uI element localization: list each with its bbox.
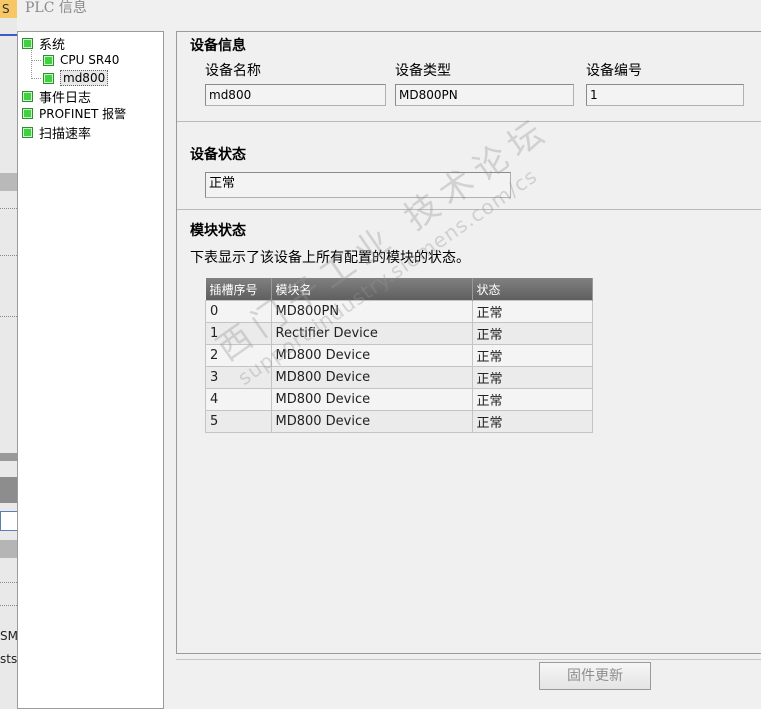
device-type-field[interactable]: MD800PN <box>395 84 574 106</box>
device-status-heading: 设备状态 <box>190 147 246 163</box>
tree-item-label: CPU SR40 <box>60 53 120 67</box>
slot-cell: 3 <box>205 366 272 389</box>
background-divider <box>0 316 17 317</box>
tree-connector <box>31 60 41 61</box>
table-row[interactable]: 5 MD800 Device 正常 <box>205 410 593 433</box>
background-bar <box>0 173 17 191</box>
tree-item-md800[interactable]: md800 <box>43 70 109 86</box>
background-tab: S <box>0 0 17 18</box>
status-ok-icon <box>22 38 33 49</box>
table-row[interactable]: 1 Rectifier Device 正常 <box>205 322 593 345</box>
firmware-update-button[interactable]: 固件更新 <box>539 662 651 690</box>
background-divider <box>0 582 17 583</box>
slot-cell: 4 <box>205 388 272 411</box>
device-type-label: 设备类型 <box>395 63 451 79</box>
status-ok-icon <box>22 108 33 119</box>
status-cell: 正常 <box>471 366 593 389</box>
device-status-field[interactable]: 正常 <box>205 172 511 198</box>
device-name-field[interactable]: md800 <box>205 84 386 106</box>
tree-item-label: md800 <box>60 70 109 86</box>
column-header-status[interactable]: 状态 <box>472 278 593 301</box>
tree-connector <box>31 78 41 79</box>
table-row[interactable]: 3 MD800 Device 正常 <box>205 366 593 389</box>
tree-item-event-log[interactable]: 事件日志 <box>22 87 91 106</box>
module-status-description: 下表显示了该设备上所有配置的模块的状态。 <box>190 250 470 266</box>
module-name-cell: MD800 Device <box>270 410 473 433</box>
content-panel: 设备信息 设备名称 设备类型 设备编号 md800 MD800PN 1 设备状态… <box>176 31 761 654</box>
background-divider <box>0 605 17 606</box>
tree-item-label: 事件日志 <box>39 91 92 106</box>
status-cell: 正常 <box>471 322 593 345</box>
slot-cell: 0 <box>205 300 272 323</box>
background-app-strip: S SMI sts <box>0 0 17 709</box>
table-row[interactable]: 0 MD800PN 正常 <box>205 300 593 323</box>
section-divider <box>177 209 761 210</box>
background-text: SMI <box>0 629 17 643</box>
status-ok-icon <box>43 72 54 84</box>
table-row[interactable]: 2 MD800 Device 正常 <box>205 344 593 367</box>
background-bar <box>0 453 17 461</box>
module-status-heading: 模块状态 <box>190 223 246 239</box>
module-name-cell: MD800 Device <box>270 344 473 367</box>
device-name-label: 设备名称 <box>205 63 261 79</box>
slot-cell: 1 <box>205 322 272 345</box>
window-title: PLC 信息 <box>25 0 87 16</box>
background-bar <box>0 477 17 503</box>
slot-cell: 2 <box>205 344 272 367</box>
column-header-module-name[interactable]: 模块名 <box>271 278 473 301</box>
slot-cell: 5 <box>205 410 272 433</box>
status-cell: 正常 <box>471 410 593 433</box>
background-bar <box>0 540 17 558</box>
background-divider <box>0 208 17 209</box>
module-name-cell: MD800 Device <box>270 366 473 389</box>
module-name-cell: MD800 Device <box>270 388 473 411</box>
table-header-row: 插槽序号 模块名 状态 <box>205 278 593 301</box>
tree-item-profinet-alarms[interactable]: PROFINET 报警 <box>22 105 126 122</box>
device-number-label: 设备编号 <box>586 63 642 79</box>
tree-item-label: 扫描速率 <box>39 127 92 142</box>
device-info-heading: 设备信息 <box>190 38 246 54</box>
device-number-field[interactable]: 1 <box>586 84 744 106</box>
status-ok-icon <box>22 127 33 138</box>
background-accent-line <box>0 34 17 36</box>
module-status-table: 插槽序号 模块名 状态 0 MD800PN 正常 1 Rectifier Dev… <box>205 278 593 433</box>
status-cell: 正常 <box>471 388 593 411</box>
tree-item-scan-rate[interactable]: 扫描速率 <box>22 123 91 142</box>
footer-divider <box>176 659 761 660</box>
navigation-tree: 系统 CPU SR40 md800 事件日志 PROFINET 报警 扫描速率 <box>17 31 164 709</box>
column-header-slot[interactable]: 插槽序号 <box>205 278 272 301</box>
table-row[interactable]: 4 MD800 Device 正常 <box>205 388 593 411</box>
status-ok-icon <box>43 54 54 66</box>
background-divider <box>0 255 17 256</box>
status-cell: 正常 <box>471 344 593 367</box>
tree-item-label: 系统 <box>39 38 66 53</box>
tree-item-cpu[interactable]: CPU SR40 <box>43 53 119 67</box>
module-name-cell: MD800PN <box>270 300 473 323</box>
background-text: sts <box>0 652 17 666</box>
module-name-cell: Rectifier Device <box>270 322 473 345</box>
background-button <box>0 511 17 531</box>
tree-item-system[interactable]: 系统 <box>22 34 65 53</box>
status-ok-icon <box>22 91 33 102</box>
section-divider <box>177 121 761 122</box>
tree-item-label: PROFINET 报警 <box>39 107 127 121</box>
status-cell: 正常 <box>471 300 593 323</box>
